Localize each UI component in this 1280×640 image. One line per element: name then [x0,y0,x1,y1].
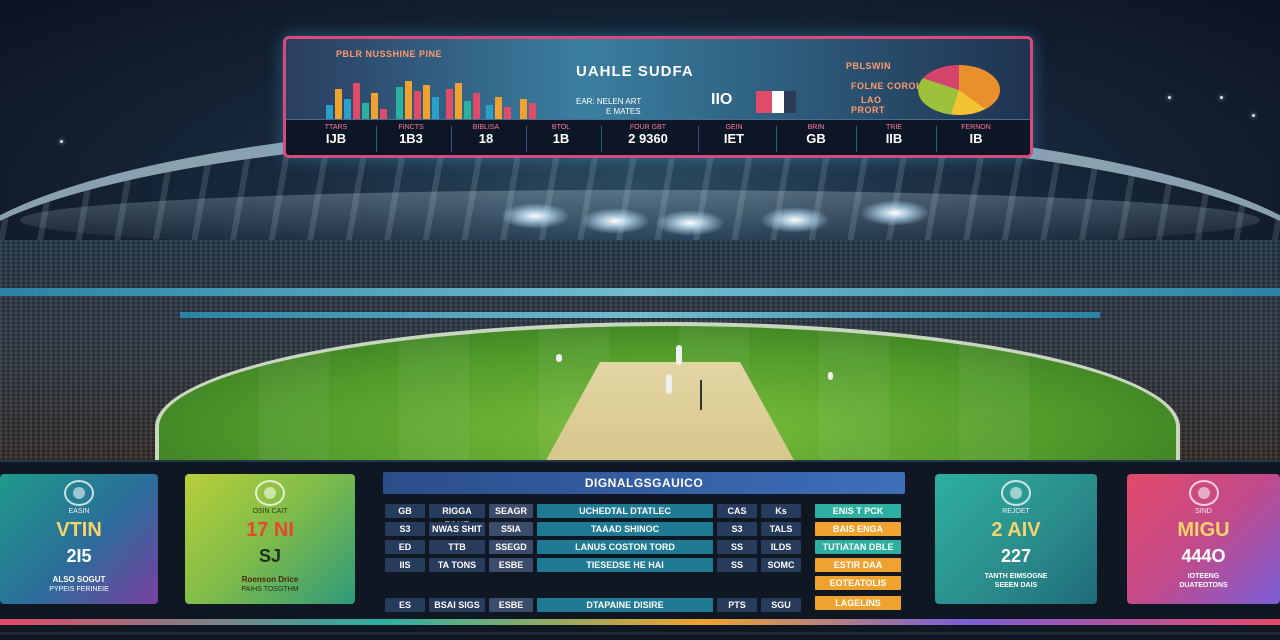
side-cell[interactable]: EOTEATOLIS [815,576,901,590]
floodlight [760,207,830,233]
team-score: 227 [1000,546,1032,566]
scoreboard-right-caption: FOLNE COROK [851,81,923,91]
side-cell[interactable]: TUTIATAN DBLE [815,540,901,554]
team-caption: TANTH EIMSOGNE [984,573,1048,580]
accent-stripe [0,619,1280,625]
team-logo-icon [64,480,94,506]
scoreboard-right-caption: PRORT [851,105,885,115]
wicket-stumps [700,380,702,410]
team-score: 444O [1181,546,1226,566]
star-light [1220,96,1223,99]
divider [0,632,1280,635]
stand-ring-lower [180,312,1100,318]
side-cell[interactable]: ENIS T PCK [815,504,901,518]
scoreboard-right-caption: PBLSWIN [846,61,891,71]
team-card-17ni[interactable]: OSIN CAIT 17 NI SJ Roenson Drice PAIHS T… [185,474,355,604]
scoreboard-pie-graphic [918,65,1000,115]
star-light [1252,114,1255,117]
team-card-migu[interactable]: SIND MIGU 444O IOTEENG DUATEOTONS [1127,474,1280,604]
scoreboard-mid-label: E MATES [606,107,641,116]
team-score: 2I5 [66,546,92,566]
team-subtitle: EASIN [68,508,90,515]
star-light [1168,96,1171,99]
stand-ring-upper [0,288,1280,296]
scoreboard-flag-icon [756,91,796,113]
team-card-vtin[interactable]: EASIN VTIN 2I5 ALSO SOGUT PYPEIS FERINEI… [0,474,158,604]
scoreboard-right-caption: LAO [861,95,882,105]
stat-cell: BTOL 1B [551,124,571,146]
side-cell[interactable]: ESTIR DAA [815,558,901,572]
team-caption-secondary: PAIHS TOSGTHM [241,586,299,593]
scoreboard-stats-row: TTARS IJB FINCTS 1B3 BIBLISA 18 BTOL 1B FOUR… [286,119,1030,155]
team-caption-secondary: SEEEN DAIS [994,582,1038,589]
team-name: VTIN [56,519,102,541]
scoreboard-mid-label: EAR: NELEN ART [576,97,642,106]
team-name: MIGU [1177,519,1230,541]
team-caption-secondary: DUATEOTONS [1179,582,1228,589]
scoreboard-mid-number: IIO [711,91,733,108]
team-subtitle: OSIN CAIT [252,508,288,515]
floodlight [500,203,570,229]
stat-cell: GEIN IET [723,124,745,146]
scoreboard-title: UAHLE SUDFA [576,63,694,80]
stat-cell: TTARS IJB [324,124,348,146]
stat-cell: FERNON IB [961,124,991,146]
team-subtitle: REJOET [1002,508,1030,515]
batsman-figure [666,374,672,394]
team-name: 2 AIV [991,519,1041,541]
stat-cell: BIBLISA 18 [472,124,500,146]
stat-cell: FINCTS 1B3 [398,124,424,146]
side-cell[interactable]: BAIS ENGA [815,522,901,536]
floodlight [655,210,725,236]
stat-cell: TRIE IIB [885,124,903,146]
team-logo-icon [255,480,285,506]
team-caption: Roenson Drice [241,575,299,584]
team-logo-icon [1188,480,1219,506]
scoreboard-left-caption: PBLR NUSSHINE PINE [336,49,443,59]
team-card-2aiv[interactable]: REJOET 2 AIV 227 TANTH EIMSOGNE SEEEN DA… [935,474,1097,604]
stat-cell: FOUR GBT 2 9360 [628,124,668,146]
stadium-scoreboard: PBLR NUSSHINE PINE UAHLE SUDFA PBLSWIN F… [283,36,1033,158]
star-light [60,140,63,143]
fielder-figure [556,354,562,362]
stat-cell: BRIN GB [806,124,826,146]
fielder-figure [828,372,833,380]
bowler-figure [676,345,682,365]
dashboard-panel: EASIN VTIN 2I5 ALSO SOGUT PYPEIS FERINEI… [0,460,1280,640]
scoreboard-bar-graphic [326,77,566,119]
team-name: 17 NI [246,519,294,541]
team-caption: ALSO SOGUT [52,575,106,584]
side-cell[interactable]: LAGELINS [815,596,901,610]
floodlight [860,200,930,226]
team-logo-icon [1001,480,1031,506]
team-subtitle: SIND [1195,508,1212,515]
table-title: DIGNALGSGAUICO [383,472,905,494]
team-caption: IOTEENG [1187,573,1220,580]
team-caption-secondary: PYPEIS FERINEIE [49,586,109,593]
team-score: SJ [258,546,282,566]
floodlight [580,208,650,234]
